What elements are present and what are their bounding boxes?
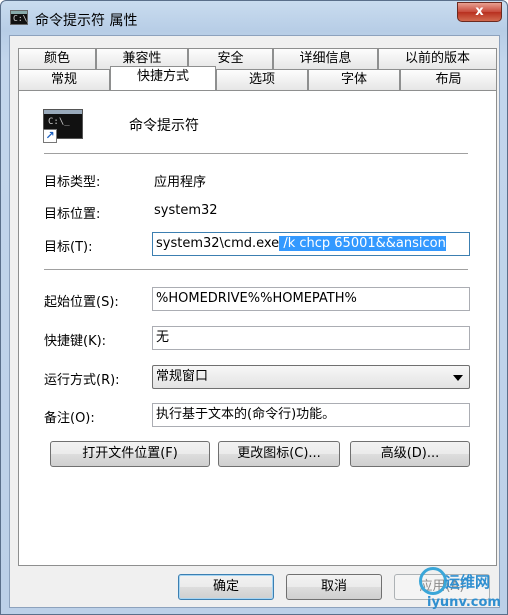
target-location-label: 目标位置:: [44, 207, 101, 222]
hotkey-label: 快捷键(K):: [44, 334, 107, 349]
separator: [44, 269, 468, 271]
dialog-body: 颜色 兼容性 安全 详细信息 以前的版本 常规 快捷方式 选项 字体 布局 C:…: [9, 35, 500, 608]
run-label: 运行方式(R):: [44, 373, 120, 388]
target-label: 目标(T):: [44, 240, 93, 255]
hotkey-input[interactable]: 无: [152, 326, 470, 350]
ok-button[interactable]: 确定: [178, 574, 274, 600]
command-prompt-shortcut-icon: C:\_ ↗: [43, 109, 83, 143]
start-in-label: 起始位置(S):: [44, 295, 119, 310]
target-location-value: system32: [154, 203, 218, 218]
window-title: 命令提示符 属性: [35, 13, 138, 29]
tab-shortcut[interactable]: 快捷方式: [110, 66, 216, 90]
title-bar[interactable]: C:\_ 命令提示符 属性 x: [1, 1, 507, 35]
tab-details[interactable]: 详细信息: [273, 48, 378, 69]
command-prompt-icon: C:\_: [10, 10, 32, 25]
target-selected-text: /k chcp 65001&&ansicon: [279, 236, 446, 251]
watermark-logo: 运维网 iyunv.com: [411, 567, 508, 615]
target-type-value: 应用程序: [154, 175, 207, 190]
comment-label: 备注(O):: [44, 411, 95, 426]
tab-layout[interactable]: 布局: [400, 69, 497, 90]
close-button[interactable]: x: [457, 2, 502, 22]
target-input[interactable]: system32\cmd.exe /k chcp 65001&&ansicon: [152, 232, 470, 256]
properties-window: C:\_ 命令提示符 属性 x 颜色 兼容性 安全 详细信息 以前的版本 常规 …: [0, 0, 508, 615]
tab-previous-versions[interactable]: 以前的版本: [378, 48, 497, 69]
change-icon-button[interactable]: 更改图标(C)...: [218, 441, 340, 467]
tab-options[interactable]: 选项: [216, 69, 308, 90]
tab-colors[interactable]: 颜色: [18, 48, 96, 69]
start-in-input[interactable]: %HOMEDRIVE%%HOMEPATH%: [152, 287, 470, 311]
tab-general[interactable]: 常规: [18, 69, 110, 90]
tab-font[interactable]: 字体: [308, 69, 400, 90]
open-file-location-button[interactable]: 打开文件位置(F): [50, 441, 210, 467]
comment-input[interactable]: 执行基于文本的(命令行)功能。: [152, 403, 470, 427]
separator: [44, 153, 468, 155]
shortcut-panel: C:\_ ↗ 命令提示符 目标类型: 应用程序 目标位置: system32 目…: [18, 90, 497, 566]
advanced-button[interactable]: 高级(D)...: [350, 441, 470, 467]
chevron-down-icon: [453, 375, 463, 381]
target-type-label: 目标类型:: [44, 175, 101, 190]
app-name: 命令提示符: [129, 118, 199, 134]
cancel-button[interactable]: 取消: [286, 574, 382, 600]
watermark-circle-icon: [419, 567, 447, 595]
run-select[interactable]: 常规窗口: [152, 365, 470, 389]
